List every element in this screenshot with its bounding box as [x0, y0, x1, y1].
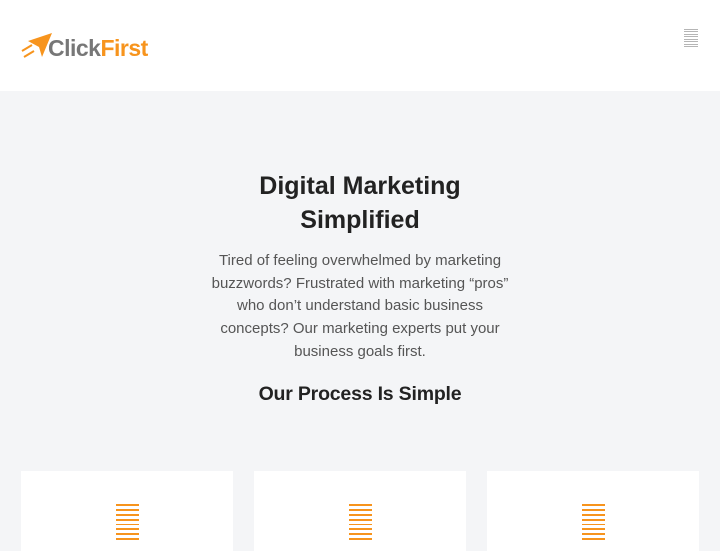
- process-card-1: [21, 471, 233, 551]
- hero-description: Tired of feeling overwhelmed by marketin…: [211, 252, 509, 360]
- menu-lines-icon: [349, 504, 372, 540]
- menu-lines-icon: [582, 504, 605, 540]
- hamburger-menu-icon[interactable]: [684, 29, 698, 47]
- process-card-3: [487, 471, 699, 551]
- logo-text: ClickFirst: [48, 34, 148, 61]
- logo-text-click: Click: [48, 34, 101, 61]
- process-section-title: Our Process Is Simple: [258, 383, 462, 405]
- logo-text-first: First: [100, 34, 148, 61]
- site-header: ClickFirst: [0, 0, 720, 91]
- clickfirst-logo[interactable]: ClickFirst: [20, 30, 148, 62]
- menu-lines-icon: [116, 504, 139, 540]
- hero-title: Digital Marketing Simplified: [259, 172, 461, 234]
- process-card-2: [254, 471, 466, 551]
